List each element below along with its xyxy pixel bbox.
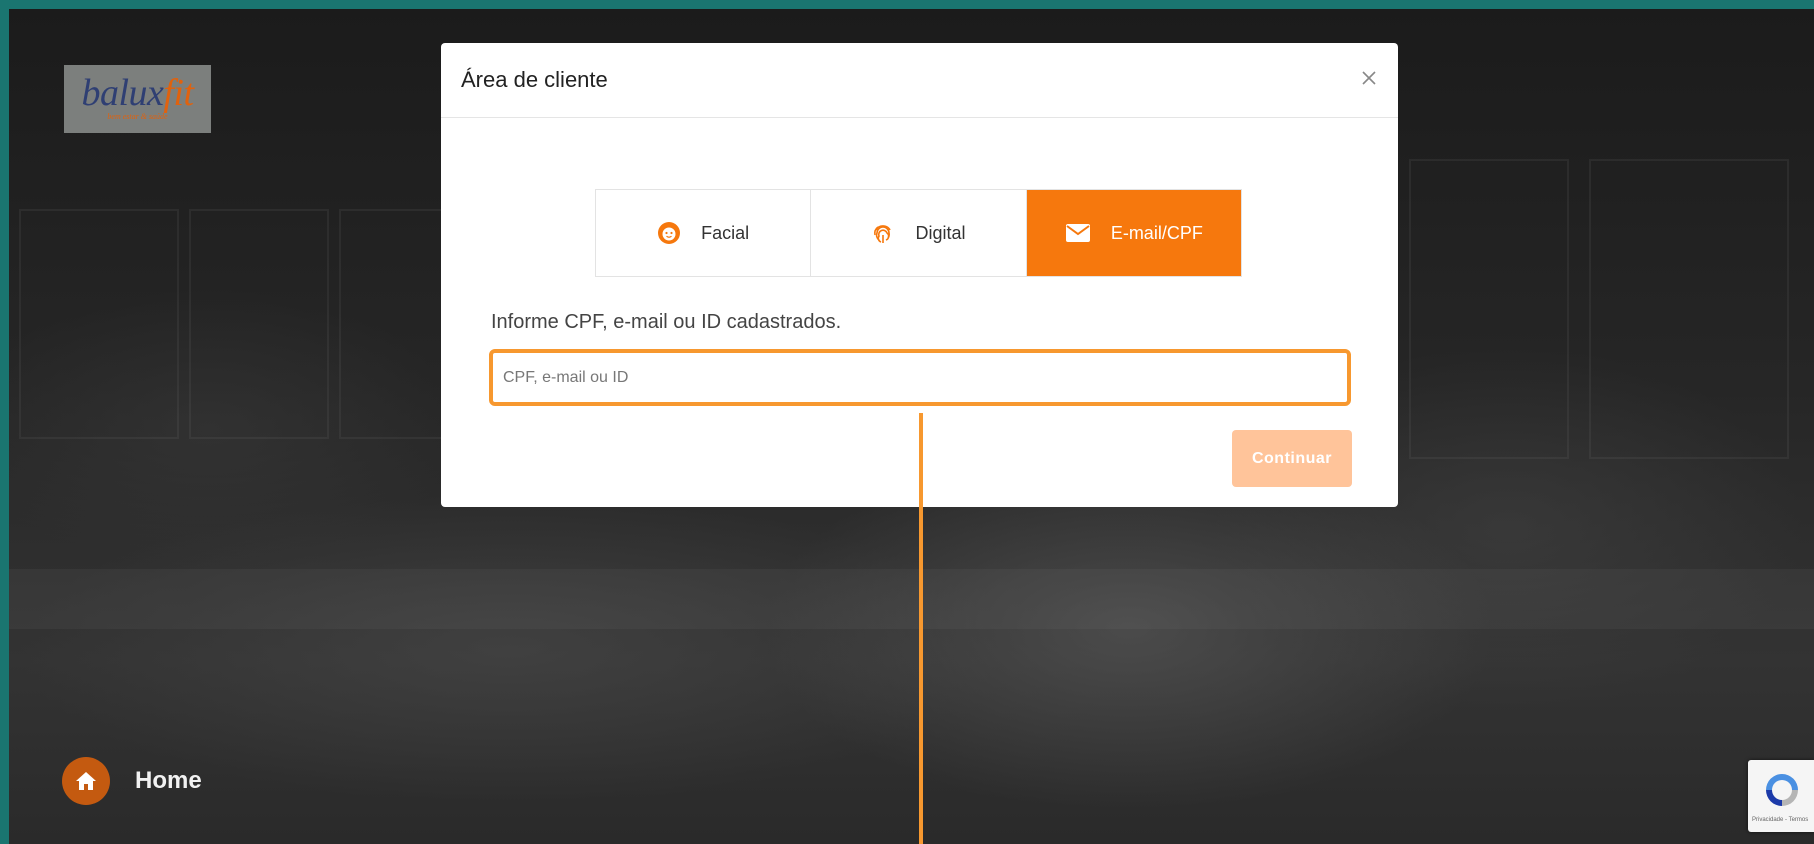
background-window — [1589, 159, 1789, 459]
tab-facial[interactable]: Facial — [596, 190, 811, 276]
home-icon[interactable] — [62, 757, 110, 805]
annotation-pointer-line — [919, 413, 923, 844]
home-link[interactable]: Home — [62, 757, 202, 805]
modal-header: Área de cliente — [441, 43, 1398, 118]
logo-wordmark: baluxfit — [64, 65, 211, 115]
modal-title: Área de cliente — [461, 67, 608, 92]
tab-digital[interactable]: Digital — [810, 190, 1026, 276]
identifier-input[interactable] — [493, 353, 1347, 402]
brand-logo[interactable]: baluxfit bem estar & saúde — [64, 65, 211, 133]
recaptcha-terms-text[interactable]: Privacidade - Termos — [1752, 817, 1808, 823]
recaptcha-icon — [1762, 770, 1802, 815]
background-window — [339, 209, 449, 439]
tab-facial-label: Facial — [701, 222, 750, 243]
background-window — [19, 209, 179, 439]
fingerprint-icon — [871, 221, 895, 245]
close-icon[interactable] — [1354, 63, 1384, 93]
envelope-icon — [1065, 223, 1091, 243]
tab-email-cpf-label: E-mail/CPF — [1110, 222, 1203, 243]
tab-digital-label: Digital — [915, 222, 966, 243]
background-window — [1409, 159, 1569, 459]
recaptcha-badge[interactable]: Privacidade - Termos — [1748, 760, 1814, 832]
face-icon — [657, 221, 681, 245]
home-label[interactable]: Home — [135, 767, 202, 795]
tab-email-cpf[interactable]: E-mail/CPF — [1025, 190, 1241, 276]
background-window — [189, 209, 329, 439]
continue-button[interactable]: Continuar — [1232, 430, 1352, 487]
identifier-input-wrapper — [489, 349, 1351, 406]
instruction-text: Informe CPF, e-mail ou ID cadastrados. — [491, 311, 842, 333]
logo-word-part1: balux — [81, 72, 164, 114]
logo-word-part2: fit — [163, 72, 194, 114]
background-floor — [9, 569, 1814, 629]
login-method-tabs: Facial Digital E-mail/CPF — [595, 189, 1242, 277]
